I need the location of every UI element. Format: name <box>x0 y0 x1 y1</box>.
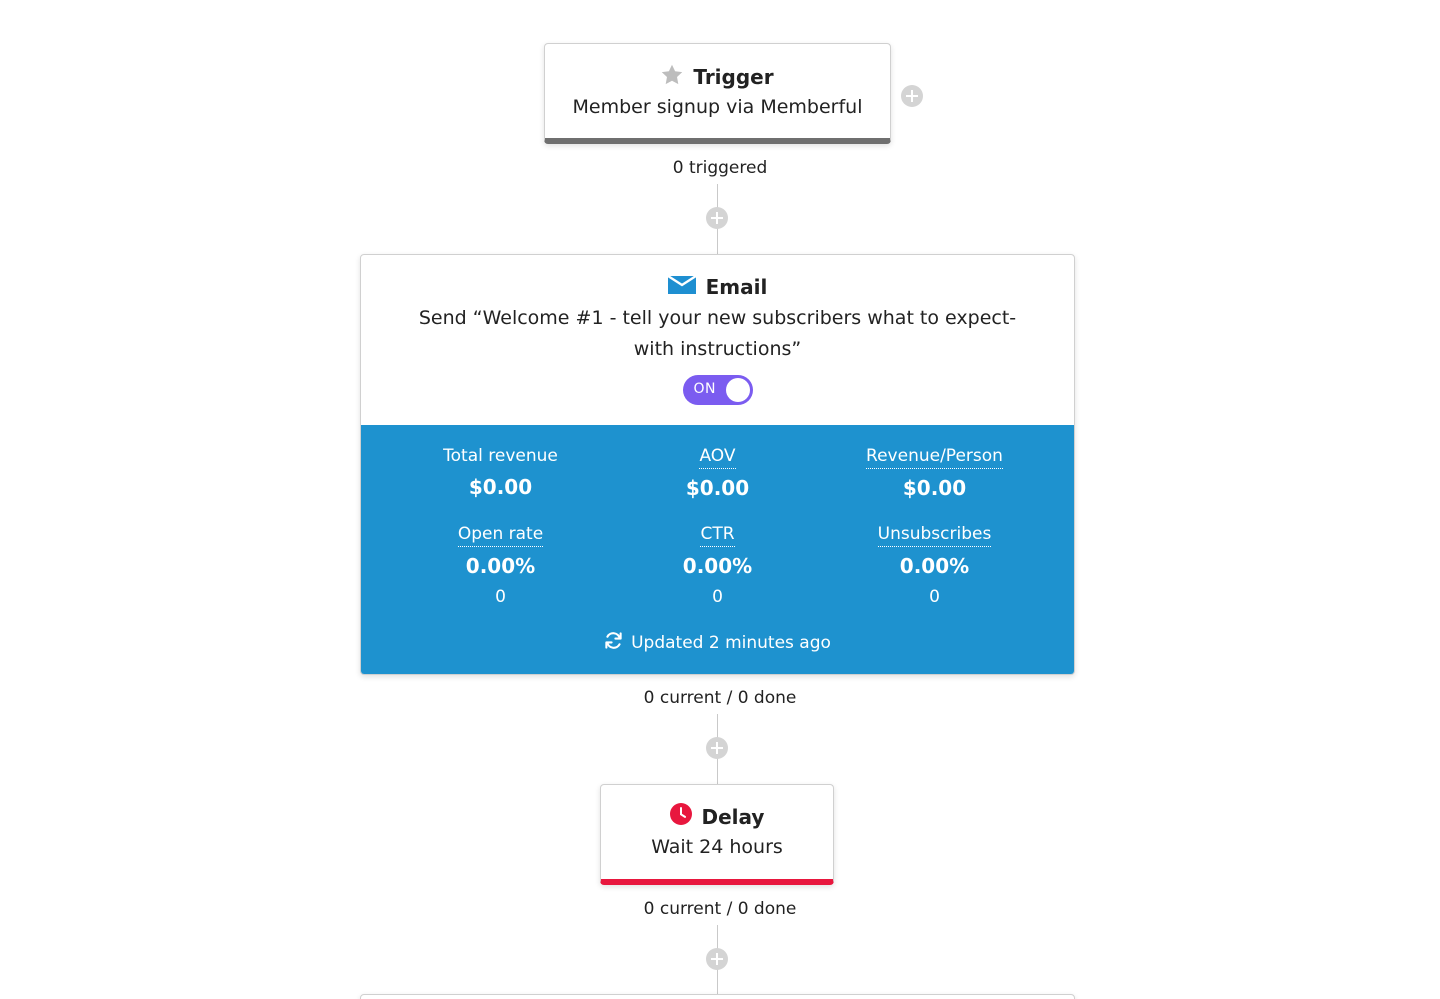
stat-value: $0.00 <box>685 476 750 500</box>
stat-ctr: CTR 0.00% 0 <box>609 524 826 607</box>
trigger-header: Trigger <box>545 64 890 90</box>
stat-unsubscribes: Unsubscribes 0.00% 0 <box>826 524 1043 607</box>
add-step-button[interactable] <box>706 948 728 970</box>
email-stats-panel: Total revenue $0.00 AOV $0.00 Revenue/Pe… <box>361 425 1074 674</box>
add-step-button[interactable] <box>706 207 728 229</box>
updated-text: Updated 2 minutes ago <box>631 633 831 653</box>
email-description: Send “Welcome #1 - tell your new subscri… <box>418 307 1017 360</box>
envelope-icon <box>666 274 697 299</box>
stat-count: 0 <box>712 587 723 607</box>
email-progress: 0 current / 0 done <box>643 688 797 708</box>
delay-title: Delay <box>701 804 765 829</box>
email-status-toggle[interactable]: ON <box>682 375 753 405</box>
stat-revenue-per-person: Revenue/Person $0.00 <box>826 446 1043 500</box>
refresh-icon[interactable] <box>604 631 623 655</box>
stat-label[interactable]: Revenue/Person <box>866 446 1003 469</box>
trigger-description: Member signup via Memberful <box>572 96 863 118</box>
stat-value: 0.00% <box>465 554 536 578</box>
stat-label[interactable]: AOV <box>699 446 736 469</box>
next-step-card[interactable] <box>360 994 1075 999</box>
stat-label[interactable]: Unsubscribes <box>877 524 992 547</box>
stat-total-revenue: Total revenue $0.00 <box>392 446 609 499</box>
trigger-title: Trigger <box>693 65 774 89</box>
trigger-stat: 0 triggered <box>672 158 768 178</box>
star-icon <box>661 64 683 90</box>
delay-header: Delay <box>601 803 833 830</box>
stat-label[interactable]: Open rate <box>457 524 544 547</box>
stat-value: 0.00% <box>899 554 970 578</box>
add-branch-button[interactable] <box>901 85 923 107</box>
email-title: Email <box>705 275 768 299</box>
delay-description: Wait 24 hours <box>651 836 783 858</box>
stat-count: 0 <box>495 587 506 607</box>
email-header: Email <box>361 274 1074 299</box>
flow-canvas: Trigger Member signup via Memberful 0 tr… <box>0 0 1440 999</box>
stat-open-rate: Open rate 0.00% 0 <box>392 524 609 607</box>
updated-status: Updated 2 minutes ago <box>361 631 1074 655</box>
toggle-label: ON <box>693 381 716 397</box>
toggle-knob <box>725 378 750 402</box>
stat-value: $0.00 <box>468 475 533 499</box>
trigger-card[interactable]: Trigger Member signup via Memberful <box>544 43 891 144</box>
stat-label: Total revenue <box>443 446 558 466</box>
stat-label[interactable]: CTR <box>700 524 735 547</box>
stat-value: $0.00 <box>902 476 967 500</box>
delay-card[interactable]: Delay Wait 24 hours <box>600 784 834 885</box>
stat-value: 0.00% <box>682 554 753 578</box>
delay-progress: 0 current / 0 done <box>643 899 797 919</box>
clock-icon <box>669 803 692 830</box>
stat-aov: AOV $0.00 <box>609 446 826 500</box>
stat-count: 0 <box>929 587 940 607</box>
add-step-button[interactable] <box>706 737 728 759</box>
email-card[interactable]: Email Send “Welcome #1 - tell your new s… <box>360 254 1075 675</box>
